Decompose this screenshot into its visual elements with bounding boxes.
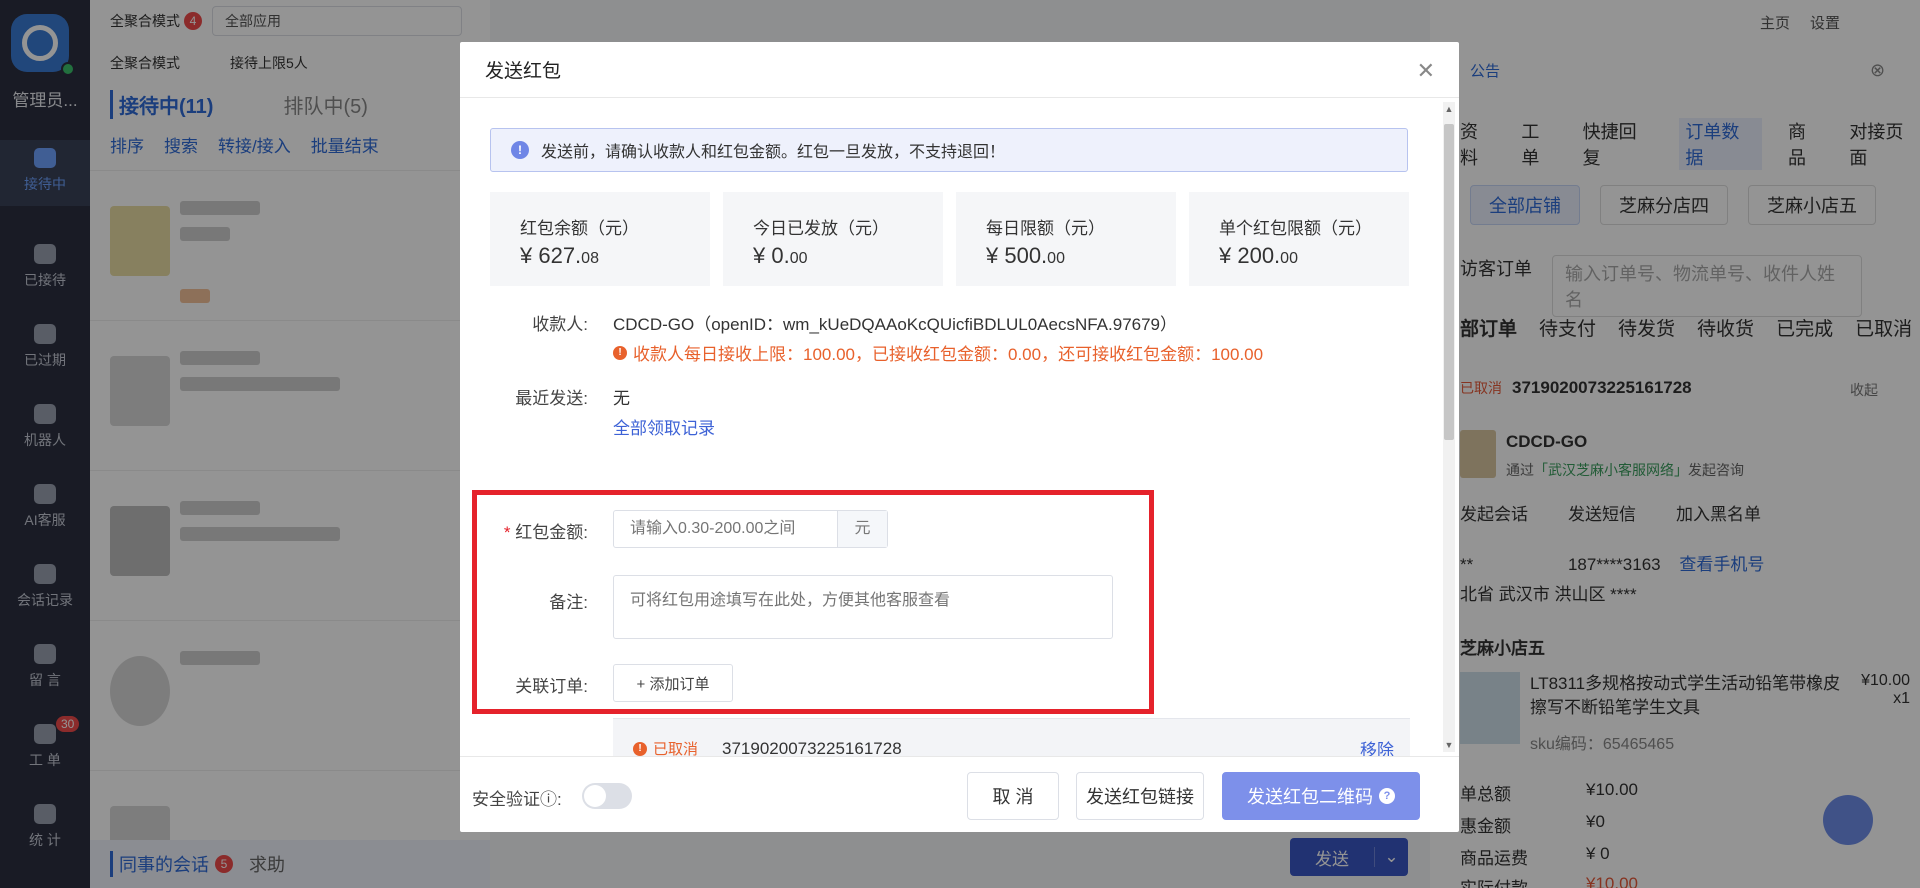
scroll-up-icon[interactable]: ▲ xyxy=(1443,104,1455,114)
note-input[interactable] xyxy=(613,575,1113,639)
scroll-down-icon[interactable]: ▼ xyxy=(1443,740,1455,750)
dialog-title: 发送红包 xyxy=(460,42,1459,98)
warning-icon: ! xyxy=(613,345,627,360)
recent-value: 无 xyxy=(613,389,630,408)
stat-int: ¥ 627. xyxy=(520,243,582,268)
remove-order-button[interactable]: 移除 xyxy=(1360,736,1394,756)
stat-dec: 08 xyxy=(581,250,599,267)
all-records-link[interactable]: 全部领取记录 xyxy=(613,414,715,439)
stat-int: ¥ 200. xyxy=(1219,243,1281,268)
stat-value: ¥ 0.00 xyxy=(753,243,943,269)
alert-text: 发送前，请确认收款人和红包金额。红包一旦发放，不支持退回！ xyxy=(541,144,1006,161)
payee-warning-text: 收款人每日接收上限：100.00，已接收红包金额：0.00，还可接收红包金额：1… xyxy=(633,345,1264,364)
payee-value: CDCD-GO（openID：wm_kUeDQAAoKcQUicfiBDLUL0… xyxy=(613,315,1178,334)
stat-label: 每日限额（元） xyxy=(986,219,1105,238)
help-icon[interactable]: ? xyxy=(1379,788,1395,804)
stat-dec: 00 xyxy=(1280,250,1298,267)
close-icon[interactable]: ✕ xyxy=(1417,58,1435,84)
linked-order-label: 关联订单: xyxy=(515,677,588,696)
linked-order-row: ! 已取消 3719020073225161728 移除 xyxy=(613,718,1410,756)
amount-field: 元 xyxy=(613,510,888,548)
send-qr-button[interactable]: 发送红包二维码? xyxy=(1222,772,1420,820)
dialog-body: ! 发送前，请确认收款人和红包金额。红包一旦发放，不支持退回！ 红包余额（元） … xyxy=(460,98,1459,756)
stat-int: ¥ 0. xyxy=(753,243,790,268)
security-label: 安全验证ⓘ: xyxy=(472,790,562,809)
toggle-knob xyxy=(584,785,606,807)
send-link-button[interactable]: 发送红包链接 xyxy=(1076,772,1204,820)
red-packet-dialog: 发送红包 ✕ ! 发送前，请确认收款人和红包金额。红包一旦发放，不支持退回！ 红… xyxy=(460,42,1459,832)
amount-label-text: 红包金额: xyxy=(515,523,588,542)
stat-single-limit: 单个红包限额（元） ¥ 200.00 xyxy=(1189,192,1409,286)
stat-value: ¥ 627.08 xyxy=(520,243,710,269)
amount-input[interactable] xyxy=(614,511,837,547)
app-root: 管理员... 接待中 已接待 已过期 机器人 AI客服 会话记录 留 言 工 单… xyxy=(0,0,1920,888)
dialog-scrollbar[interactable]: ▲ ▼ xyxy=(1443,102,1455,752)
order-status-badge: ! 已取消 xyxy=(633,738,698,756)
stat-label: 今日已发放（元） xyxy=(753,219,889,238)
required-marker: * xyxy=(503,523,516,542)
scrollbar-thumb[interactable] xyxy=(1444,124,1454,440)
stat-daily-limit: 每日限额（元） ¥ 500.00 xyxy=(956,192,1176,286)
note-label: 备注: xyxy=(549,593,588,612)
recent-label: 最近发送: xyxy=(515,389,588,408)
amount-label: * 红包金额: xyxy=(460,518,588,543)
cancel-button[interactable]: 取 消 xyxy=(967,772,1059,820)
payee-label: 收款人: xyxy=(532,315,588,334)
payee-warning: ! 收款人每日接收上限：100.00，已接收红包金额：0.00，还可接收红包金额… xyxy=(613,340,1263,365)
stat-value: ¥ 500.00 xyxy=(986,243,1176,269)
stat-label: 单个红包限额（元） xyxy=(1219,219,1372,238)
stat-dec: 00 xyxy=(789,250,808,267)
stat-int: ¥ 500. xyxy=(986,243,1048,268)
stat-sent-today: 今日已发放（元） ¥ 0.00 xyxy=(723,192,943,286)
stat-balance: 红包余额（元） ¥ 627.08 xyxy=(490,192,710,286)
add-order-button[interactable]: + 添加订单 xyxy=(613,664,733,702)
stat-label: 红包余额（元） xyxy=(520,219,639,238)
stat-value: ¥ 200.00 xyxy=(1219,243,1409,269)
warning-icon: ! xyxy=(633,741,647,756)
dialog-footer: 安全验证ⓘ: 取 消 发送红包链接 发送红包二维码? xyxy=(460,756,1459,832)
security-toggle[interactable] xyxy=(582,783,632,809)
stat-dec: 00 xyxy=(1047,250,1065,267)
linked-order-number: 3719020073225161728 xyxy=(722,738,902,757)
info-alert: ! 发送前，请确认收款人和红包金额。红包一旦发放，不支持退回！ xyxy=(490,128,1408,172)
order-status-text: 已取消 xyxy=(653,741,699,756)
info-icon: ! xyxy=(511,141,529,159)
amount-unit: 元 xyxy=(837,511,887,547)
send-qr-label: 发送红包二维码 xyxy=(1247,787,1373,807)
